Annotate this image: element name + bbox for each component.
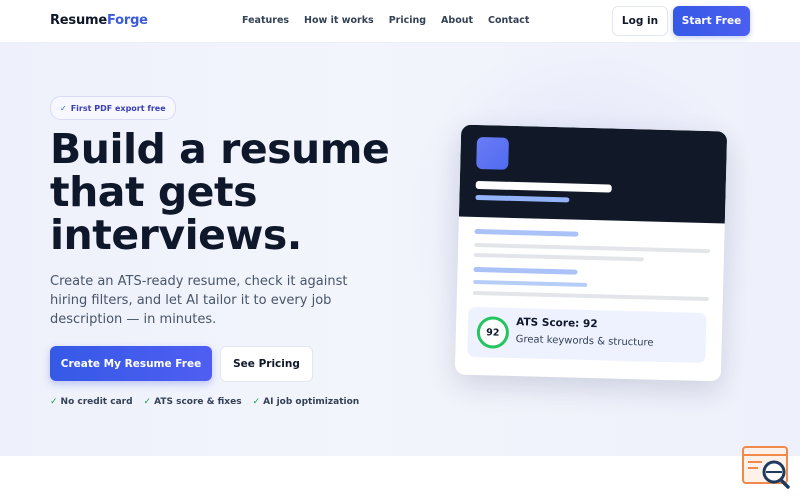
perk-label: ATS score & fixes (154, 397, 242, 407)
login-button[interactable]: Log in (612, 6, 668, 36)
section-heading-bar (473, 266, 578, 275)
ats-score-ring: 92 (476, 316, 510, 349)
ats-score-description: Great keywords & structure (515, 334, 654, 349)
perk-item: ✓ No credit card (50, 397, 133, 407)
check-icon: ✓ (60, 103, 67, 113)
hero-headline: Build a resume that gets interviews. (50, 125, 390, 259)
text-line-bar (473, 252, 644, 262)
check-icon: ✓ (143, 397, 152, 407)
check-icon: ✓ (50, 397, 58, 407)
start-free-button[interactable]: Start Free (673, 6, 750, 36)
title-placeholder-bar (475, 194, 570, 203)
text-line-bar (473, 279, 588, 287)
promo-badge: ✓ First PDF export free (50, 96, 176, 120)
nav-pricing[interactable]: Pricing (389, 15, 426, 26)
perk-label: AI job optimization (263, 397, 360, 407)
perk-item: ✓ ATS score & fixes (144, 397, 242, 407)
perks-list: ✓ No credit card ✓ ATS score & fixes ✓ AI j… (50, 397, 359, 407)
promo-badge-text: First PDF export free (70, 103, 166, 113)
text-line-bar (474, 242, 711, 254)
resume-preview-card: 92 ATS Score: 92 Great keywords & struct… (454, 124, 728, 382)
nav-about[interactable]: About (441, 15, 473, 26)
create-resume-button[interactable]: Create My Resume Free (50, 346, 212, 381)
check-icon: ✓ (252, 397, 261, 407)
next-section (0, 456, 800, 500)
avatar (476, 136, 509, 170)
see-pricing-button[interactable]: See Pricing (220, 346, 313, 382)
main-nav: Features How it works Pricing About Cont… (242, 15, 529, 26)
resume-preview-header (458, 124, 728, 224)
logo[interactable]: ResumeForge (50, 13, 148, 28)
logo-text-primary: Resume (50, 13, 107, 28)
nav-how-it-works[interactable]: How it works (304, 15, 374, 26)
section-heading-bar (474, 228, 579, 237)
support-search-icon[interactable] (742, 446, 790, 490)
text-line-bar (472, 290, 709, 302)
ats-score-panel: 92 ATS Score: 92 Great keywords & struct… (467, 306, 707, 364)
hero-subtitle: Create an ATS-ready resume, check it aga… (50, 274, 348, 327)
perk-item: ✓ AI job optimization (253, 397, 360, 407)
nav-contact[interactable]: Contact (488, 15, 529, 26)
top-navigation: ResumeForge Features How it works Pricin… (0, 0, 800, 43)
perk-label: No credit card (60, 397, 133, 407)
ats-score-title: ATS Score: 92 (516, 316, 598, 331)
name-placeholder-bar (475, 180, 612, 193)
nav-features[interactable]: Features (242, 15, 289, 26)
logo-text-accent: Forge (106, 13, 148, 28)
